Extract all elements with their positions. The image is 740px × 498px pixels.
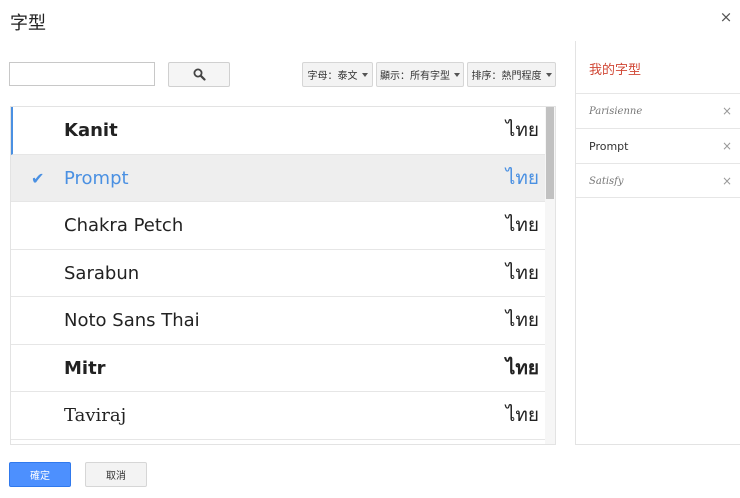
script-filter-dropdown[interactable]: 字母：泰文 [302, 62, 373, 87]
thai-sample: ไทย [505, 261, 539, 284]
font-row-kanit[interactable]: Kanit ไทย [11, 107, 545, 155]
scrollbar-thumb[interactable] [546, 107, 554, 199]
font-row-noto-sans-thai[interactable]: Noto Sans Thai ไทย [11, 297, 545, 345]
my-font-item-parisienne[interactable]: Parisienne × [576, 93, 740, 128]
show-filter-label: 顯示：所有字型 [380, 71, 450, 82]
search-input[interactable] [9, 62, 155, 86]
my-fonts-panel: 我的字型 Parisienne × Prompt × Satisfy × [575, 41, 740, 445]
thai-sample: ไทย [505, 356, 539, 379]
font-name: Mitr [64, 357, 106, 379]
my-font-item-prompt[interactable]: Prompt × [576, 128, 740, 163]
sort-filter-label: 排序：熱門程度 [471, 71, 542, 82]
my-font-name: Parisienne [589, 106, 643, 117]
ok-button[interactable]: 確定 [9, 462, 71, 487]
close-icon[interactable]: × [722, 94, 732, 129]
font-row-taviraj[interactable]: Taviraj ไทย [11, 392, 545, 440]
font-name: Sarabun [64, 262, 140, 284]
check-icon: ✔ [31, 168, 45, 188]
font-name: Chakra Petch [64, 215, 184, 236]
search-icon [193, 68, 206, 81]
my-fonts-title: 我的字型 [589, 63, 642, 78]
font-name: Kanit [64, 120, 118, 141]
chevron-down-icon [545, 72, 552, 77]
close-icon[interactable]: × [722, 164, 732, 199]
page-title: 字型 [10, 13, 46, 34]
cancel-button[interactable]: 取消 [85, 462, 147, 487]
font-row-sarabun[interactable]: Sarabun ไทย [11, 250, 545, 297]
font-name: Noto Sans Thai [64, 310, 200, 331]
my-font-name: Satisfy [589, 176, 624, 187]
chevron-down-icon [454, 72, 460, 77]
font-row-chakra-petch[interactable]: Chakra Petch ไทย [11, 202, 545, 250]
font-list: Kanit ไทย ✔ Prompt ไทย Chakra Petch ไทย … [10, 106, 556, 445]
thai-sample: ไทย [505, 119, 539, 141]
search-button[interactable] [168, 62, 230, 87]
my-font-item-satisfy[interactable]: Satisfy × [576, 163, 740, 198]
font-row-mitr[interactable]: Mitr ไทย [11, 345, 545, 392]
thai-sample: ไทย [505, 166, 539, 189]
sort-filter-dropdown[interactable]: 排序：熱門程度 [467, 62, 556, 87]
font-name: Taviraj [64, 405, 127, 426]
show-filter-dropdown[interactable]: 顯示：所有字型 [376, 62, 464, 87]
thai-sample: ไทย [505, 404, 539, 426]
script-filter-label: 字母：泰文 [307, 71, 358, 82]
thai-sample: ไทย [505, 214, 539, 236]
scrollbar[interactable] [545, 107, 555, 444]
chevron-down-icon [361, 72, 368, 77]
my-font-name: Prompt [589, 140, 629, 153]
font-row-prompt[interactable]: ✔ Prompt ไทย [11, 154, 545, 202]
close-icon[interactable]: × [718, 9, 734, 25]
font-name: Prompt [64, 167, 129, 189]
thai-sample: ไทย [505, 309, 539, 331]
close-icon[interactable]: × [722, 129, 732, 164]
